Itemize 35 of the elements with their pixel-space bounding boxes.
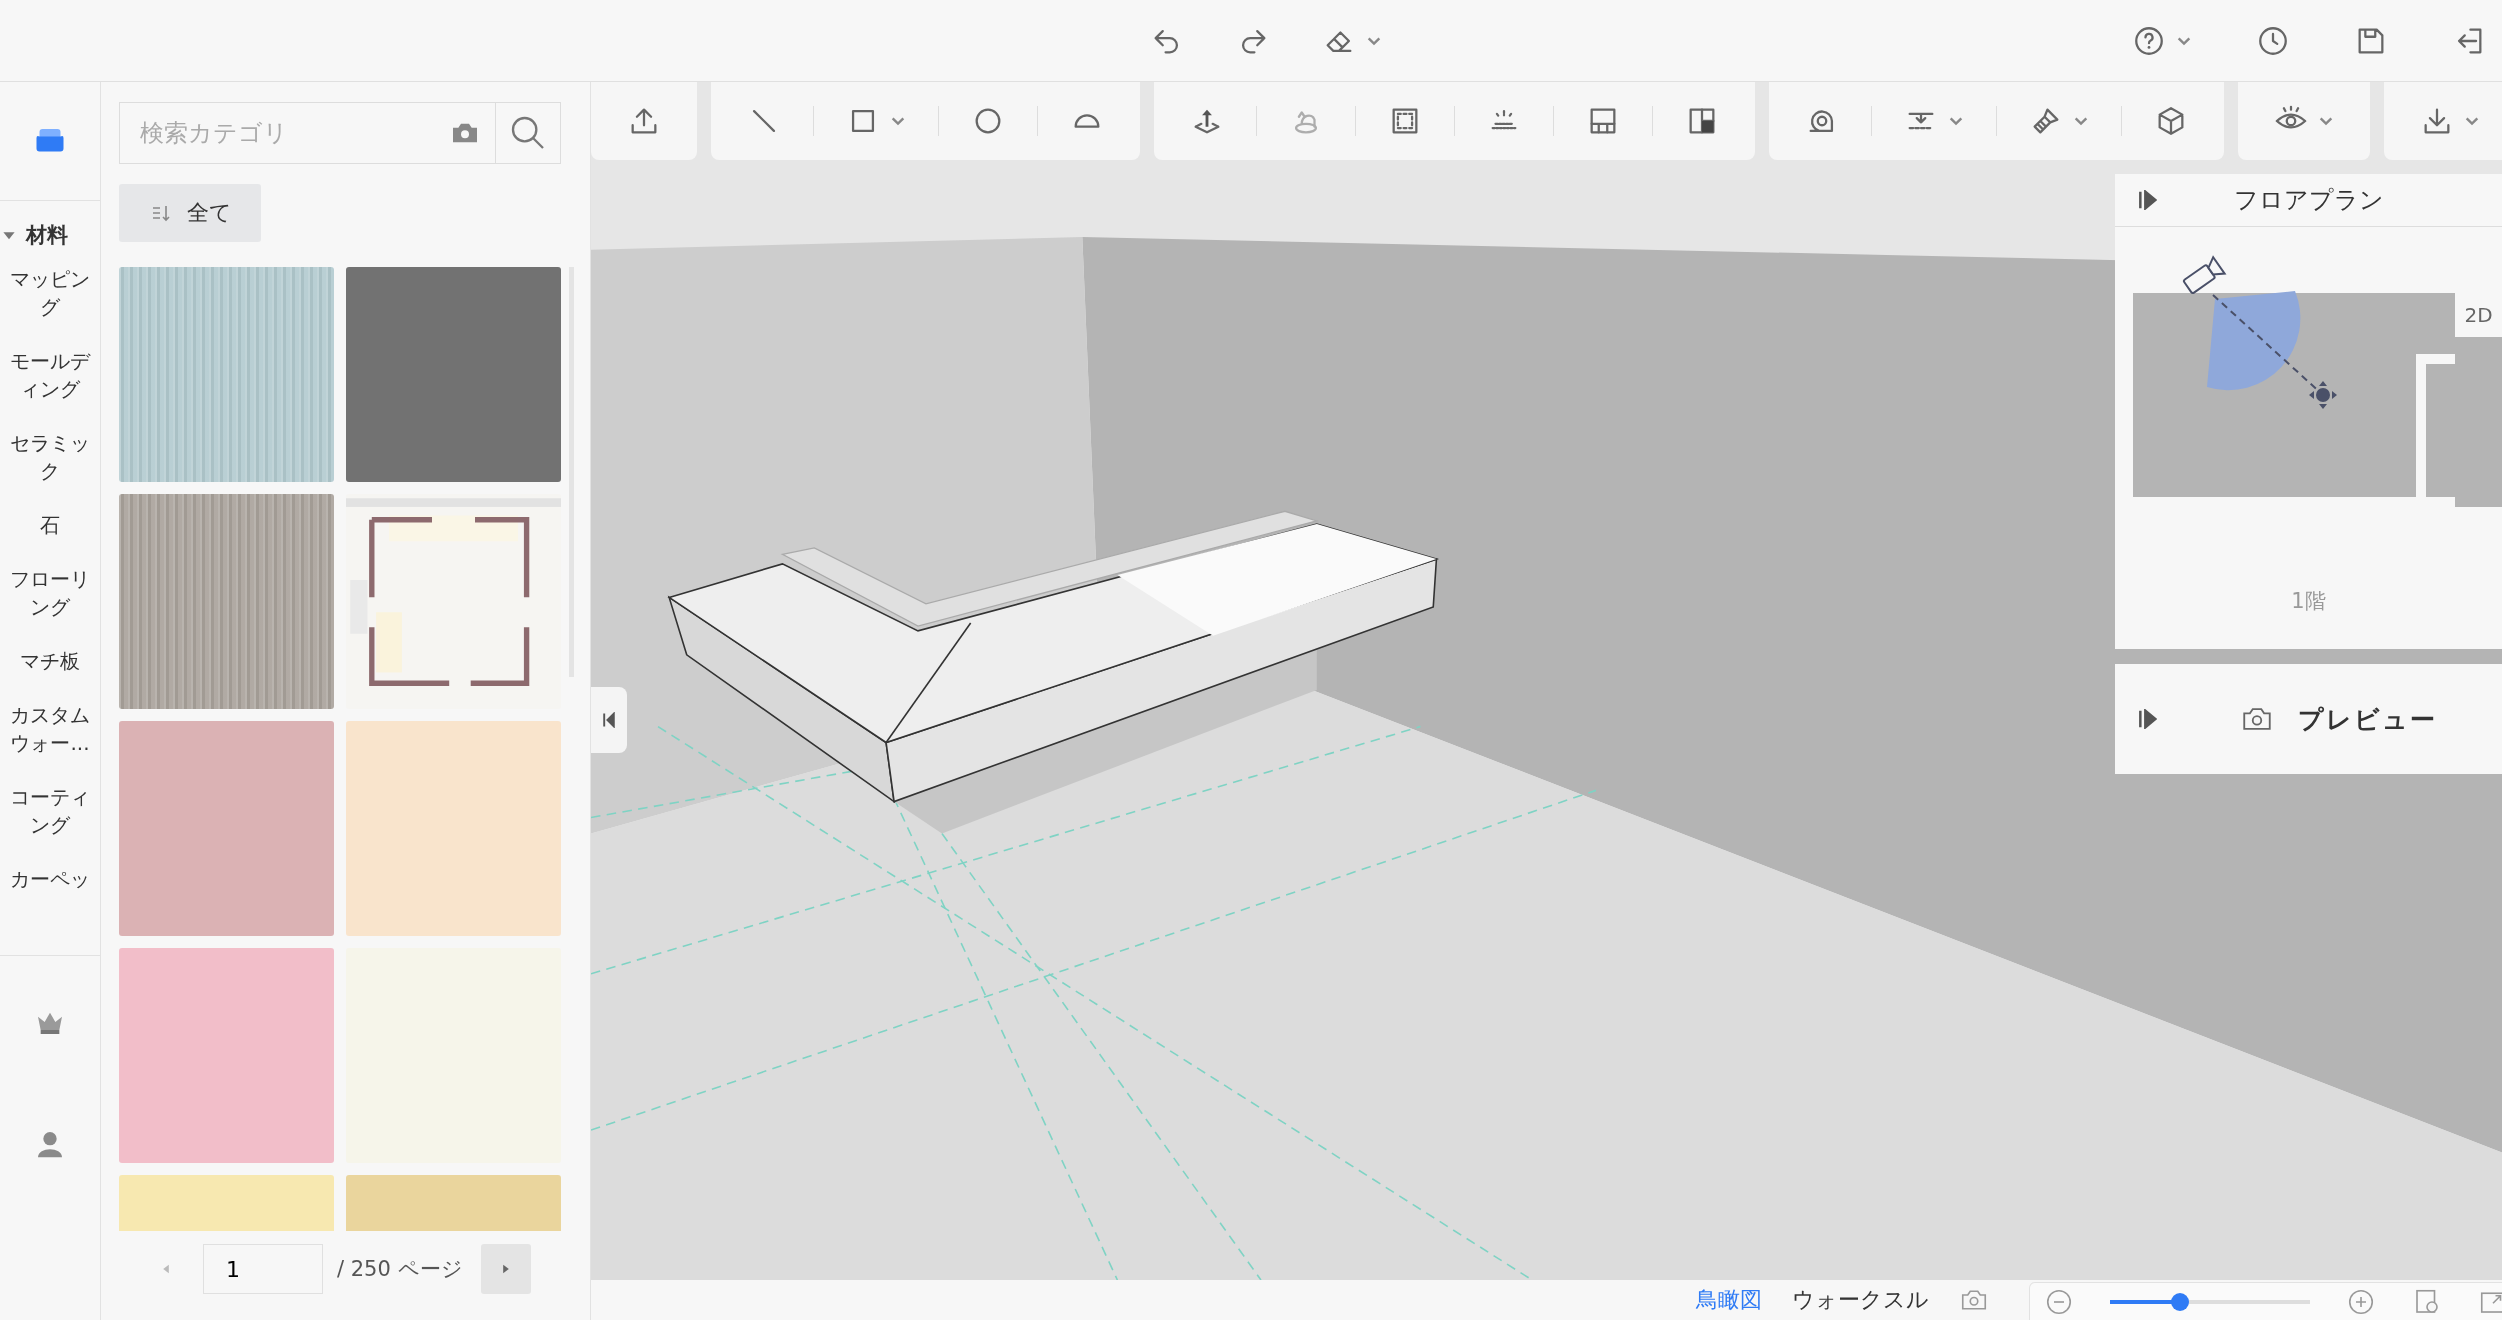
nav-section[interactable]: 材料 (0, 201, 100, 257)
help-icon (2132, 24, 2166, 58)
material-swatch[interactable] (119, 494, 334, 709)
category-item[interactable]: セラミック (0, 429, 100, 485)
category-item[interactable]: コーティング (0, 783, 100, 839)
material-swatch[interactable] (119, 721, 334, 936)
material-swatch[interactable] (119, 267, 334, 482)
category-item[interactable]: マッピング (0, 265, 100, 321)
view-tab[interactable]: 鳥瞰図 (1696, 1285, 1762, 1315)
filter-button[interactable]: 全て (119, 184, 261, 242)
category-item[interactable]: フローリング (0, 565, 100, 621)
material-swatch[interactable] (346, 267, 561, 482)
search-field[interactable]: 検索カテゴリ (119, 102, 561, 164)
panel-title: プレビュー (2298, 703, 2437, 736)
view-tab[interactable]: ウォークスル (1792, 1285, 1929, 1315)
floor-label: 1階 (2290, 588, 2327, 615)
category-item[interactable]: マチ板 (0, 647, 100, 675)
clock-icon (2256, 24, 2290, 58)
expand-panel-icon[interactable] (2137, 190, 2157, 210)
slider-thumb[interactable] (2171, 1292, 2189, 1311)
search-input[interactable]: 検索カテゴリ (120, 118, 449, 148)
collapse-icon (601, 712, 617, 728)
section-label: 材料 (26, 222, 68, 249)
zoom-slider[interactable] (2110, 1291, 2310, 1312)
panel-title: フロアプラン (2233, 185, 2384, 216)
page-field[interactable]: 1 (203, 1244, 323, 1294)
expand-panel-icon[interactable] (2137, 709, 2157, 729)
category-item[interactable]: カーペッ (0, 865, 100, 893)
material-swatch[interactable] (346, 721, 561, 936)
collapse-handle[interactable] (591, 687, 627, 753)
material-swatch[interactable] (119, 948, 334, 1163)
category-item[interactable]: モールディング (0, 347, 100, 403)
page-count: / 250 ページ (337, 1256, 463, 1283)
category-item[interactable]: カスタムウォー... (0, 701, 100, 757)
category-item[interactable]: 石 (0, 511, 100, 539)
